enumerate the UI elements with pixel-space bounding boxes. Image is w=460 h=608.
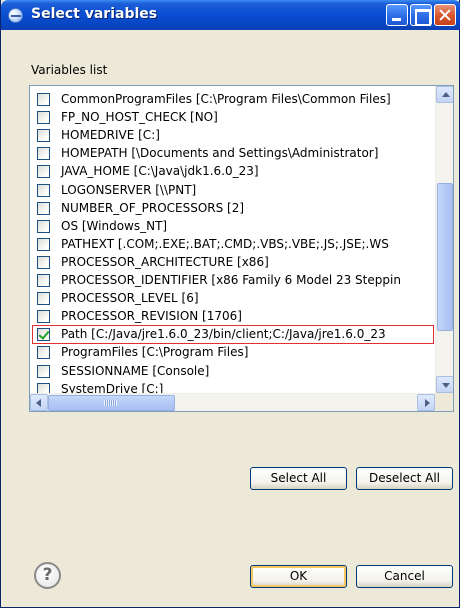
list-item-label: PATHEXT [.COM;.EXE;.BAT;.CMD;.VBS;.VBE;.… [61, 236, 389, 251]
list-item[interactable]: PATHEXT [.COM;.EXE;.BAT;.CMD;.VBS;.VBE;.… [30, 235, 435, 254]
list-item[interactable]: Path [C:/Java/jre1.6.0_23/bin/client;C:/… [32, 325, 434, 345]
list-item-checkbox[interactable] [37, 165, 50, 179]
horizontal-scrollbar[interactable] [30, 393, 435, 411]
list-item-label: PROCESSOR_LEVEL [6] [61, 291, 199, 306]
list-item-checkbox[interactable] [37, 382, 50, 393]
list-item-checkbox[interactable] [37, 147, 50, 161]
list-item[interactable]: PROCESSOR_LEVEL [6] [30, 289, 435, 308]
variables-list[interactable]: CommonProgramFiles [C:\Program Files\Com… [29, 85, 454, 412]
scroll-up-button[interactable] [436, 86, 453, 103]
list-item[interactable]: CommonProgramFiles [C:\Program Files\Com… [30, 90, 435, 109]
help-icon[interactable]: ? [34, 562, 61, 589]
list-item-checkbox[interactable] [37, 201, 50, 215]
list-item[interactable]: ProgramFiles [C:\Program Files] [30, 343, 435, 362]
list-item[interactable]: HOMEDRIVE [C:] [30, 126, 435, 145]
list-item-label: SESSIONNAME [Console] [61, 363, 210, 378]
variables-list-label: Variables list [31, 63, 108, 77]
select-variables-dialog: Select variables Variables list CommonPr… [0, 0, 460, 608]
chevron-up-icon [442, 92, 450, 97]
list-item-label: SystemDrive [C:] [61, 381, 164, 393]
minimize-button[interactable] [386, 4, 408, 26]
list-item-label: JAVA_HOME [C:\Java\jdk1.6.0_23] [61, 164, 259, 179]
list-item[interactable]: OS [Windows_NT] [30, 217, 435, 236]
ok-button[interactable]: OK [250, 565, 347, 588]
list-item-label: HOMEDRIVE [C:] [61, 128, 160, 143]
list-item[interactable]: FP_NO_HOST_CHECK [NO] [30, 108, 435, 127]
list-item[interactable]: SystemDrive [C:] [30, 380, 435, 393]
dialog-title: Select variables [31, 6, 158, 22]
list-item-label: PROCESSOR_IDENTIFIER [x86 Family 6 Model… [61, 273, 401, 287]
horizontal-scroll-thumb[interactable] [48, 395, 175, 411]
list-item-label: HOMEPATH [\Documents and Settings\Admini… [61, 146, 379, 161]
list-item[interactable]: SESSIONNAME [Console] [30, 362, 435, 381]
list-item-label: PROCESSOR_ARCHITECTURE [x86] [61, 254, 269, 269]
list-item-checkbox[interactable] [37, 346, 50, 360]
list-item-label: LOGONSERVER [\\PNT] [61, 182, 197, 197]
variables-list-rows: CommonProgramFiles [C:\Program Files\Com… [30, 86, 435, 393]
list-item-checkbox[interactable] [37, 292, 50, 306]
list-item-checkbox[interactable] [37, 328, 50, 342]
list-item-checkbox[interactable] [37, 274, 50, 287]
list-item-label: OS [Windows_NT] [61, 218, 168, 233]
list-item-checkbox[interactable] [37, 129, 50, 143]
scroll-corner [435, 393, 453, 411]
maximize-button[interactable] [410, 4, 432, 26]
list-item-checkbox[interactable] [37, 183, 50, 197]
list-item[interactable]: PROCESSOR_IDENTIFIER [x86 Family 6 Model… [30, 271, 435, 290]
close-button[interactable] [434, 4, 456, 26]
list-item-checkbox[interactable] [37, 219, 50, 233]
list-item-label: PROCESSOR_REVISION [1706] [61, 309, 242, 324]
list-item[interactable]: JAVA_HOME [C:\Java\jdk1.6.0_23] [30, 162, 435, 181]
list-item-label: NUMBER_OF_PROCESSORS [2] [61, 200, 245, 215]
list-item-label: ProgramFiles [C:\Program Files] [61, 345, 249, 360]
list-item[interactable]: PROCESSOR_REVISION [1706] [30, 307, 435, 326]
title-bar[interactable]: Select variables [1, 0, 460, 30]
vertical-scroll-thumb[interactable] [437, 183, 453, 331]
list-item[interactable]: NUMBER_OF_PROCESSORS [2] [30, 199, 435, 218]
list-item-checkbox[interactable] [37, 364, 50, 378]
chevron-left-icon [36, 399, 41, 407]
scroll-down-button[interactable] [436, 376, 453, 393]
dialog-icon [8, 8, 23, 23]
list-item-checkbox[interactable] [37, 237, 50, 251]
select-all-button[interactable]: Select All [250, 467, 347, 490]
scroll-left-button[interactable] [30, 394, 48, 411]
chevron-down-icon [442, 383, 450, 388]
list-item[interactable]: LOGONSERVER [\\PNT] [30, 181, 435, 200]
cancel-button[interactable]: Cancel [356, 565, 453, 588]
list-item-checkbox[interactable] [37, 111, 50, 125]
list-item-checkbox[interactable] [37, 255, 50, 269]
chevron-right-icon [425, 399, 430, 407]
list-item-label: CommonProgramFiles [C:\Program Files\Com… [61, 92, 391, 106]
list-item-label: FP_NO_HOST_CHECK [NO] [61, 110, 218, 125]
list-item-label: Path [C:/Java/jre1.6.0_23/bin/client;C:/… [61, 327, 386, 342]
list-item-checkbox[interactable] [37, 310, 50, 324]
list-item-checkbox[interactable] [37, 93, 50, 106]
grip-icon [104, 400, 117, 406]
vertical-scrollbar[interactable] [435, 86, 453, 393]
deselect-all-button[interactable]: Deselect All [356, 467, 453, 490]
list-item[interactable]: PROCESSOR_ARCHITECTURE [x86] [30, 253, 435, 272]
scroll-right-button[interactable] [417, 394, 435, 411]
list-item[interactable]: HOMEPATH [\Documents and Settings\Admini… [30, 144, 435, 163]
